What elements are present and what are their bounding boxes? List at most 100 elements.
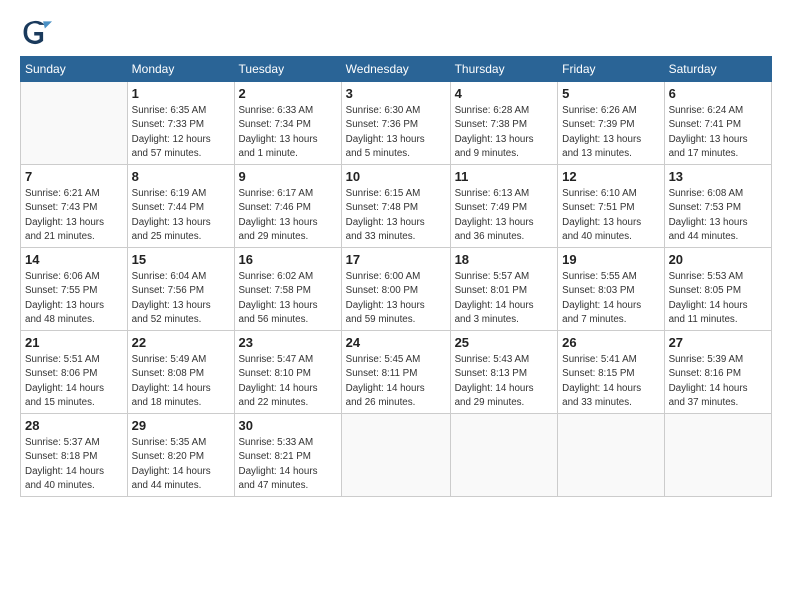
day-header-thursday: Thursday	[450, 57, 558, 82]
week-row-5: 28Sunrise: 5:37 AM Sunset: 8:18 PM Dayli…	[21, 414, 772, 497]
day-number: 20	[669, 251, 767, 269]
logo-icon	[20, 16, 52, 48]
day-number: 8	[132, 168, 230, 186]
calendar-body: 1Sunrise: 6:35 AM Sunset: 7:33 PM Daylig…	[21, 82, 772, 497]
day-number: 4	[455, 85, 554, 103]
day-info: Sunrise: 6:13 AM Sunset: 7:49 PM Dayligh…	[455, 187, 554, 244]
day-cell	[21, 82, 128, 165]
day-info: Sunrise: 6:00 AM Sunset: 8:00 PM Dayligh…	[346, 270, 446, 327]
day-number: 28	[25, 417, 123, 435]
day-number: 23	[239, 334, 337, 352]
day-cell: 5Sunrise: 6:26 AM Sunset: 7:39 PM Daylig…	[558, 82, 664, 165]
week-row-2: 7Sunrise: 6:21 AM Sunset: 7:43 PM Daylig…	[21, 165, 772, 248]
day-info: Sunrise: 6:17 AM Sunset: 7:46 PM Dayligh…	[239, 187, 337, 244]
week-row-1: 1Sunrise: 6:35 AM Sunset: 7:33 PM Daylig…	[21, 82, 772, 165]
day-number: 1	[132, 85, 230, 103]
day-cell: 18Sunrise: 5:57 AM Sunset: 8:01 PM Dayli…	[450, 248, 558, 331]
day-number: 27	[669, 334, 767, 352]
day-number: 30	[239, 417, 337, 435]
page: SundayMondayTuesdayWednesdayThursdayFrid…	[0, 0, 792, 612]
day-info: Sunrise: 6:10 AM Sunset: 7:51 PM Dayligh…	[562, 187, 659, 244]
day-cell: 16Sunrise: 6:02 AM Sunset: 7:58 PM Dayli…	[234, 248, 341, 331]
day-number: 5	[562, 85, 659, 103]
days-header-row: SundayMondayTuesdayWednesdayThursdayFrid…	[21, 57, 772, 82]
day-cell: 11Sunrise: 6:13 AM Sunset: 7:49 PM Dayli…	[450, 165, 558, 248]
day-number: 29	[132, 417, 230, 435]
week-row-3: 14Sunrise: 6:06 AM Sunset: 7:55 PM Dayli…	[21, 248, 772, 331]
day-number: 16	[239, 251, 337, 269]
day-number: 13	[669, 168, 767, 186]
day-cell: 4Sunrise: 6:28 AM Sunset: 7:38 PM Daylig…	[450, 82, 558, 165]
day-cell: 6Sunrise: 6:24 AM Sunset: 7:41 PM Daylig…	[664, 82, 771, 165]
day-cell: 13Sunrise: 6:08 AM Sunset: 7:53 PM Dayli…	[664, 165, 771, 248]
day-cell	[450, 414, 558, 497]
day-number: 24	[346, 334, 446, 352]
day-info: Sunrise: 5:53 AM Sunset: 8:05 PM Dayligh…	[669, 270, 767, 327]
day-number: 14	[25, 251, 123, 269]
day-number: 17	[346, 251, 446, 269]
day-cell: 7Sunrise: 6:21 AM Sunset: 7:43 PM Daylig…	[21, 165, 128, 248]
day-number: 9	[239, 168, 337, 186]
header	[20, 16, 772, 48]
day-number: 12	[562, 168, 659, 186]
logo	[20, 16, 56, 48]
day-info: Sunrise: 6:02 AM Sunset: 7:58 PM Dayligh…	[239, 270, 337, 327]
day-info: Sunrise: 5:37 AM Sunset: 8:18 PM Dayligh…	[25, 436, 123, 493]
day-cell: 15Sunrise: 6:04 AM Sunset: 7:56 PM Dayli…	[127, 248, 234, 331]
day-info: Sunrise: 6:06 AM Sunset: 7:55 PM Dayligh…	[25, 270, 123, 327]
day-number: 25	[455, 334, 554, 352]
day-info: Sunrise: 6:04 AM Sunset: 7:56 PM Dayligh…	[132, 270, 230, 327]
day-cell: 12Sunrise: 6:10 AM Sunset: 7:51 PM Dayli…	[558, 165, 664, 248]
day-info: Sunrise: 6:08 AM Sunset: 7:53 PM Dayligh…	[669, 187, 767, 244]
day-cell: 3Sunrise: 6:30 AM Sunset: 7:36 PM Daylig…	[341, 82, 450, 165]
day-cell: 28Sunrise: 5:37 AM Sunset: 8:18 PM Dayli…	[21, 414, 128, 497]
day-info: Sunrise: 6:19 AM Sunset: 7:44 PM Dayligh…	[132, 187, 230, 244]
day-cell: 1Sunrise: 6:35 AM Sunset: 7:33 PM Daylig…	[127, 82, 234, 165]
day-cell	[558, 414, 664, 497]
day-info: Sunrise: 6:33 AM Sunset: 7:34 PM Dayligh…	[239, 104, 337, 161]
day-info: Sunrise: 5:45 AM Sunset: 8:11 PM Dayligh…	[346, 353, 446, 410]
day-cell: 26Sunrise: 5:41 AM Sunset: 8:15 PM Dayli…	[558, 331, 664, 414]
day-cell: 25Sunrise: 5:43 AM Sunset: 8:13 PM Dayli…	[450, 331, 558, 414]
day-cell: 2Sunrise: 6:33 AM Sunset: 7:34 PM Daylig…	[234, 82, 341, 165]
day-info: Sunrise: 5:39 AM Sunset: 8:16 PM Dayligh…	[669, 353, 767, 410]
day-number: 22	[132, 334, 230, 352]
day-header-friday: Friday	[558, 57, 664, 82]
day-header-monday: Monday	[127, 57, 234, 82]
day-number: 10	[346, 168, 446, 186]
day-header-tuesday: Tuesday	[234, 57, 341, 82]
day-info: Sunrise: 6:35 AM Sunset: 7:33 PM Dayligh…	[132, 104, 230, 161]
day-cell: 17Sunrise: 6:00 AM Sunset: 8:00 PM Dayli…	[341, 248, 450, 331]
day-info: Sunrise: 5:47 AM Sunset: 8:10 PM Dayligh…	[239, 353, 337, 410]
day-info: Sunrise: 6:28 AM Sunset: 7:38 PM Dayligh…	[455, 104, 554, 161]
day-cell: 27Sunrise: 5:39 AM Sunset: 8:16 PM Dayli…	[664, 331, 771, 414]
day-cell: 30Sunrise: 5:33 AM Sunset: 8:21 PM Dayli…	[234, 414, 341, 497]
day-cell: 24Sunrise: 5:45 AM Sunset: 8:11 PM Dayli…	[341, 331, 450, 414]
day-number: 3	[346, 85, 446, 103]
day-cell: 19Sunrise: 5:55 AM Sunset: 8:03 PM Dayli…	[558, 248, 664, 331]
day-cell: 23Sunrise: 5:47 AM Sunset: 8:10 PM Dayli…	[234, 331, 341, 414]
day-info: Sunrise: 5:43 AM Sunset: 8:13 PM Dayligh…	[455, 353, 554, 410]
day-number: 18	[455, 251, 554, 269]
day-header-sunday: Sunday	[21, 57, 128, 82]
day-cell: 20Sunrise: 5:53 AM Sunset: 8:05 PM Dayli…	[664, 248, 771, 331]
day-number: 21	[25, 334, 123, 352]
day-number: 26	[562, 334, 659, 352]
week-row-4: 21Sunrise: 5:51 AM Sunset: 8:06 PM Dayli…	[21, 331, 772, 414]
day-info: Sunrise: 6:21 AM Sunset: 7:43 PM Dayligh…	[25, 187, 123, 244]
day-cell: 14Sunrise: 6:06 AM Sunset: 7:55 PM Dayli…	[21, 248, 128, 331]
day-cell: 22Sunrise: 5:49 AM Sunset: 8:08 PM Dayli…	[127, 331, 234, 414]
day-header-wednesday: Wednesday	[341, 57, 450, 82]
day-info: Sunrise: 5:41 AM Sunset: 8:15 PM Dayligh…	[562, 353, 659, 410]
day-number: 15	[132, 251, 230, 269]
day-cell	[664, 414, 771, 497]
day-info: Sunrise: 5:49 AM Sunset: 8:08 PM Dayligh…	[132, 353, 230, 410]
day-info: Sunrise: 5:55 AM Sunset: 8:03 PM Dayligh…	[562, 270, 659, 327]
day-info: Sunrise: 5:51 AM Sunset: 8:06 PM Dayligh…	[25, 353, 123, 410]
day-info: Sunrise: 5:35 AM Sunset: 8:20 PM Dayligh…	[132, 436, 230, 493]
day-info: Sunrise: 6:15 AM Sunset: 7:48 PM Dayligh…	[346, 187, 446, 244]
day-number: 19	[562, 251, 659, 269]
day-cell: 8Sunrise: 6:19 AM Sunset: 7:44 PM Daylig…	[127, 165, 234, 248]
day-cell: 10Sunrise: 6:15 AM Sunset: 7:48 PM Dayli…	[341, 165, 450, 248]
calendar: SundayMondayTuesdayWednesdayThursdayFrid…	[20, 56, 772, 497]
